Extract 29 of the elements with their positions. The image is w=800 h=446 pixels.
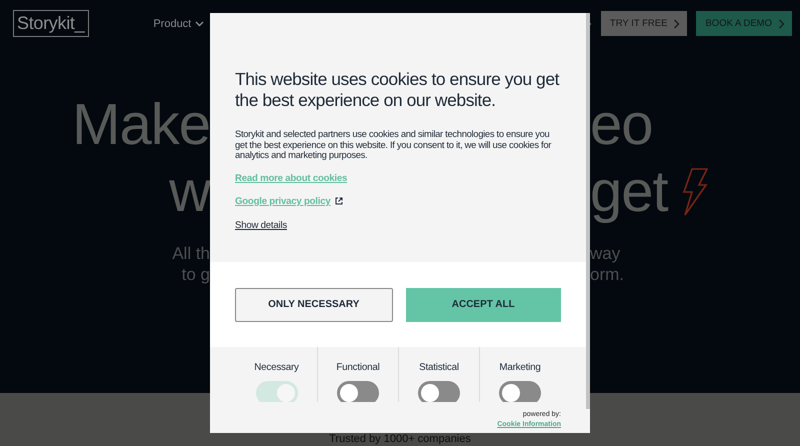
category-label: Marketing <box>499 361 541 374</box>
chevron-icon <box>673 18 680 28</box>
lightning-icon <box>682 168 708 216</box>
dialog-title: This website uses cookies to ensure you get the best experience on our website. <box>235 69 560 111</box>
external-link-icon <box>334 196 342 205</box>
dialog-text: Storykit and selected partners use cookies and similar technologies to ensure you get the best experience on this website. If you consent to it, we will use cookies for analytics and marketing purposes. <box>235 129 552 161</box>
category-label: Statistical <box>419 361 459 374</box>
accept-all-button[interactable]: ACCEPT ALL <box>406 288 561 322</box>
logo[interactable]: Storykit_ <box>13 10 90 37</box>
headline-text: eo <box>590 94 653 156</box>
category-label: Necessary <box>254 361 299 374</box>
caret-icon <box>195 20 204 26</box>
headline-text: get <box>590 161 668 223</box>
headline-text: w <box>168 161 210 223</box>
subtitle-text: All th <box>171 243 210 264</box>
subtitle-text: way <box>590 243 622 264</box>
headline-text: Make <box>71 94 210 156</box>
show-details-link[interactable]: Show details <box>235 220 287 231</box>
scrollbar[interactable] <box>586 13 590 409</box>
trusted-heading: Trusted by 1000+ companies <box>329 433 471 445</box>
toggle-switch[interactable] <box>337 381 379 402</box>
only-necessary-button[interactable]: ONLY NECESSARY <box>235 288 392 322</box>
subtitle-text: orm. <box>590 264 625 285</box>
toggle-switch[interactable] <box>418 381 460 402</box>
chevron-icon <box>778 18 785 28</box>
toggle-switch[interactable] <box>499 381 541 402</box>
nav-menu-item[interactable]: Product <box>153 18 204 30</box>
category-label: Functional <box>336 361 380 374</box>
subtitle-text: to g <box>180 264 210 285</box>
